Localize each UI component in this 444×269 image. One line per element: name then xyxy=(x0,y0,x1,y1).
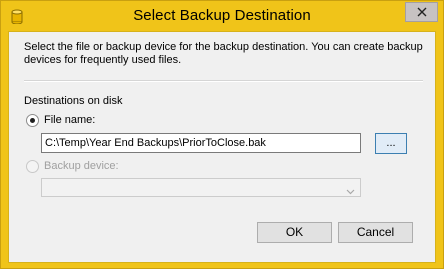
backup-device-radio[interactable] xyxy=(26,160,39,173)
separator-line xyxy=(24,80,423,82)
dialog-body: Select the file or backup device for the… xyxy=(8,31,436,263)
backup-device-label[interactable]: Backup device: xyxy=(44,160,119,172)
instructions-text: Select the file or backup device for the… xyxy=(24,41,423,66)
dialog-title: Select Backup Destination xyxy=(133,7,311,24)
file-name-radio[interactable] xyxy=(26,114,39,127)
destinations-group-label: Destinations on disk xyxy=(24,95,123,107)
close-icon xyxy=(417,7,427,17)
file-name-label[interactable]: File name: xyxy=(44,114,95,126)
browse-button[interactable]: ... xyxy=(375,133,407,154)
file-name-field[interactable]: C:\Temp\Year End Backups\PriorToClose.ba… xyxy=(41,133,361,153)
backup-destination-dialog: Select Backup Destination Select the fil… xyxy=(0,0,444,269)
ok-button[interactable]: OK xyxy=(257,222,332,243)
title-bar[interactable]: Select Backup Destination xyxy=(1,1,443,31)
radio-selected-dot xyxy=(30,118,35,123)
backup-device-select[interactable] xyxy=(41,178,361,197)
cancel-button[interactable]: Cancel xyxy=(338,222,413,243)
chevron-down-icon xyxy=(346,183,355,195)
close-button[interactable] xyxy=(405,2,438,22)
